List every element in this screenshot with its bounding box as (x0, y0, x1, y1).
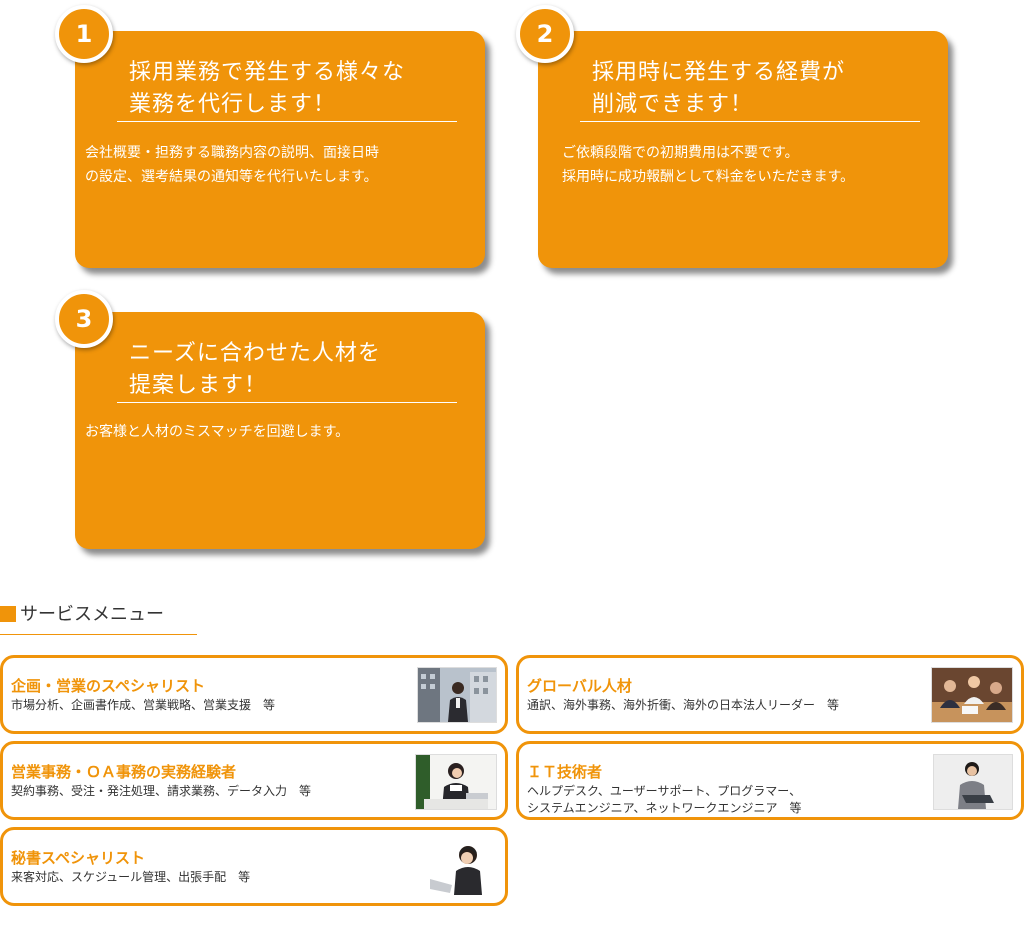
feature-card-1: 採用業務で発生する様々な 業務を代行します！ 会社概要・担務する職務内容の説明、… (75, 31, 485, 268)
service-desc: 来客対応、スケジュール管理、出張手配 等 (11, 870, 251, 884)
divider (117, 121, 457, 122)
service-title: 営業事務・ＯＡ事務の実務経験者 (11, 763, 237, 781)
service-item-secretary[interactable]: 秘書スペシャリスト 来客対応、スケジュール管理、出張手配 等 (0, 827, 508, 906)
service-title: グローバル人材 (527, 677, 632, 695)
service-menu-heading: サービスメニュー (0, 598, 197, 635)
service-item-office-admin[interactable]: 営業事務・ＯＡ事務の実務経験者 契約事務、受注・発注処理、請求業務、データ入力 … (0, 741, 508, 820)
service-desc: 通訳、海外事務、海外折衝、海外の日本法人リーダー 等 (527, 698, 840, 712)
square-bullet-icon (0, 606, 16, 622)
meeting-photo (931, 667, 1013, 723)
feature-body: 会社概要・担務する職務内容の説明、面接日時 の設定、選考結果の通知等を代行いたし… (85, 145, 379, 185)
feature-title: 採用業務で発生する様々な 業務を代行します！ (129, 60, 406, 117)
office-worker-phone-photo (415, 754, 497, 810)
feature-card-2: 採用時に発生する経費が 削減できます！ ご依頼段階での初期費用は不要です。 採用… (538, 31, 948, 268)
service-item-planning-sales[interactable]: 企画・営業のスペシャリスト 市場分析、企画書作成、営業戦略、営業支援 等 (0, 655, 508, 734)
engineer-laptop-photo (933, 754, 1013, 810)
feature-body: お客様と人材のミスマッチを回避します。 (85, 424, 350, 440)
feature-card-3: ニーズに合わせた人材を 提案します！ お客様と人材のミスマッチを回避します。 (75, 312, 485, 549)
service-desc: ヘルプデスク、ユーザーサポート、プログラマー、 システムエンジニア、ネットワーク… (527, 784, 802, 815)
divider (117, 402, 457, 403)
service-title: 企画・営業のスペシャリスト (11, 677, 205, 695)
service-desc: 契約事務、受注・発注処理、請求業務、データ入力 等 (11, 784, 312, 798)
feature-title: ニーズに合わせた人材を 提案します！ (129, 341, 381, 398)
service-title: 秘書スペシャリスト (11, 849, 145, 867)
service-title: ＩＴ技術者 (527, 763, 603, 781)
feature-number-badge: 1 (55, 5, 113, 63)
feature-number-badge: 2 (516, 5, 574, 63)
secretary-headset-photo (415, 840, 497, 896)
service-item-global[interactable]: グローバル人材 通訳、海外事務、海外折衝、海外の日本法人リーダー 等 (516, 655, 1024, 734)
feature-number-badge: 3 (55, 290, 113, 348)
feature-body: ご依頼段階での初期費用は不要です。 採用時に成功報酬として料金をいただきます。 (562, 145, 855, 185)
businesswoman-city-photo (417, 667, 497, 723)
divider (580, 121, 920, 122)
service-desc: 市場分析、企画書作成、営業戦略、営業支援 等 (11, 698, 276, 712)
service-item-it-engineer[interactable]: ＩＴ技術者 ヘルプデスク、ユーザーサポート、プログラマー、 システムエンジニア、… (516, 741, 1024, 820)
feature-title: 採用時に発生する経費が 削減できます！ (592, 60, 846, 117)
service-menu-heading-text: サービスメニュー (20, 604, 164, 625)
